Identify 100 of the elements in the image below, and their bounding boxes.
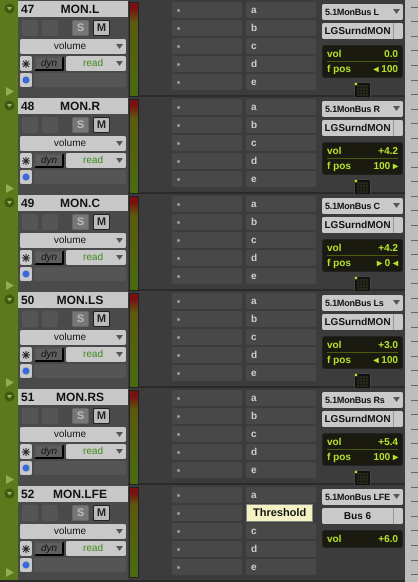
insert-slot[interactable] [172,426,242,442]
expand-arrow-icon[interactable] [4,378,14,387]
track-name-bar[interactable]: 50 MON.LS [18,292,128,308]
insert-slot[interactable] [172,250,242,266]
output-dropdown[interactable]: 5.1MonBus L [322,4,403,20]
insert-slot[interactable] [172,135,242,151]
panner-grid-icon[interactable] [354,470,371,487]
snowflake-icon[interactable] [20,541,32,556]
insert-slot[interactable] [172,56,242,72]
send-slot[interactable]: a [246,99,316,115]
input-selector[interactable]: LGSurndMON [322,217,403,233]
automation-dropdown[interactable]: volume [20,524,126,539]
send-slot[interactable]: c [246,426,316,442]
dyn-button[interactable]: dyn [34,347,64,362]
input-selector[interactable]: LGSurndMON [322,120,403,136]
insert-slot[interactable] [172,523,242,539]
insert-slot[interactable] [172,293,242,309]
mute-button[interactable]: M [93,20,110,36]
snowflake-icon[interactable] [20,347,32,362]
output-dropdown[interactable]: 5.1MonBus Rs [322,392,403,408]
insert-slot[interactable] [172,444,242,460]
track-name[interactable]: MON.LFE [49,487,125,501]
send-slot[interactable]: d [246,347,316,363]
track-name[interactable]: MON.R [49,99,125,113]
insert-slot[interactable] [172,347,242,363]
expand-arrow-icon[interactable] [4,184,14,193]
input-selector[interactable]: LGSurndMON [322,314,403,330]
send-slot[interactable]: e [246,365,316,381]
track-name-bar[interactable]: 52 MON.LFE [18,486,128,502]
insert-slot[interactable] [172,487,242,503]
send-slot[interactable]: d [246,56,316,72]
output-dropdown[interactable]: 5.1MonBus R [322,101,403,117]
track-name[interactable]: MON.RS [49,390,125,404]
collapse-icon[interactable] [4,3,14,14]
insert-slot[interactable] [172,268,242,284]
send-slot[interactable]: a [246,2,316,18]
insert-slot[interactable] [172,232,242,248]
collapse-icon[interactable] [4,100,14,111]
insert-slot[interactable] [172,329,242,345]
output-dropdown[interactable]: 5.1MonBus Ls [322,295,403,311]
snowflake-icon[interactable] [20,153,32,168]
send-slot[interactable]: b [246,214,316,230]
send-slot[interactable]: c [246,523,316,539]
collapse-icon[interactable] [4,294,14,305]
collapse-icon[interactable] [4,488,14,499]
panner-grid-icon[interactable] [354,179,371,196]
send-slot[interactable]: b [246,311,316,327]
insert-slot[interactable] [172,2,242,18]
dyn-button[interactable]: dyn [34,541,64,556]
automation-dropdown[interactable]: volume [20,330,126,345]
collapse-icon[interactable] [4,197,14,208]
insert-slot[interactable] [172,390,242,406]
send-slot[interactable]: d [246,444,316,460]
send-slot[interactable]: d [246,250,316,266]
insert-slot[interactable] [172,74,242,90]
automation-dropdown[interactable]: volume [20,427,126,442]
send-slot[interactable]: e [246,559,316,575]
expand-arrow-icon[interactable] [4,87,14,96]
input-selector[interactable]: LGSurndMON [322,23,403,39]
insert-slot[interactable] [172,196,242,212]
track-name[interactable]: MON.C [49,196,125,210]
dyn-button[interactable]: dyn [34,250,64,265]
send-slot[interactable]: a [246,390,316,406]
collapse-icon[interactable] [4,391,14,402]
automation-dropdown[interactable]: volume [20,39,126,54]
panner-grid-icon[interactable] [354,373,371,390]
send-slot[interactable]: d [246,541,316,557]
insert-slot[interactable] [172,153,242,169]
track-name[interactable]: MON.LS [49,293,125,307]
track-name-bar[interactable]: 51 MON.RS [18,389,128,405]
track-name-bar[interactable]: 49 MON.C [18,195,128,211]
output-dropdown[interactable]: 5.1MonBus LFE [322,489,403,505]
insert-slot[interactable] [172,171,242,187]
insert-slot[interactable] [172,311,242,327]
mute-button[interactable]: M [93,408,110,424]
send-slot[interactable]: e [246,268,316,284]
mute-button[interactable]: M [93,214,110,230]
insert-slot[interactable] [172,117,242,133]
send-slot[interactable]: b [246,408,316,424]
snowflake-icon[interactable] [20,444,32,459]
input-selector[interactable]: Bus 6 [322,508,403,524]
output-dropdown[interactable]: 5.1MonBus C [322,198,403,214]
insert-slot[interactable] [172,20,242,36]
mute-button[interactable]: M [93,117,110,133]
send-slot[interactable]: e [246,462,316,478]
panner-grid-icon[interactable] [354,276,371,293]
insert-slot[interactable] [172,365,242,381]
insert-slot[interactable] [172,214,242,230]
snowflake-icon[interactable] [20,250,32,265]
insert-slot[interactable] [172,462,242,478]
send-slot[interactable]: e [246,74,316,90]
send-slot[interactable]: d [246,153,316,169]
expand-arrow-icon[interactable] [4,281,14,290]
insert-slot[interactable] [172,505,242,521]
insert-slot[interactable] [172,559,242,575]
send-slot[interactable]: c [246,329,316,345]
track-name-bar[interactable]: 48 MON.R [18,98,128,114]
snowflake-icon[interactable] [20,56,32,71]
expand-arrow-icon[interactable] [4,475,14,484]
send-slot[interactable]: c [246,232,316,248]
